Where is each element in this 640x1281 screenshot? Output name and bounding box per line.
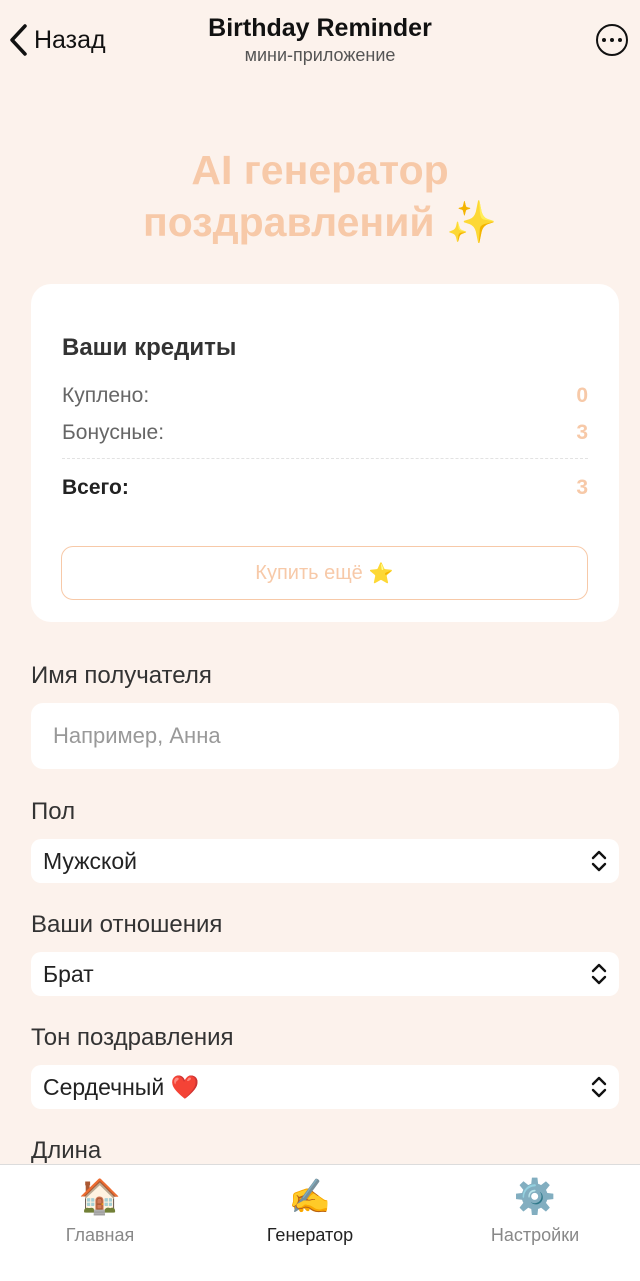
credits-divider	[62, 458, 588, 459]
credits-bonus-row: Бонусные: 3	[62, 421, 588, 445]
tab-settings[interactable]: ⚙️ Настройки	[470, 1177, 600, 1246]
gender-label: Пол	[31, 798, 76, 825]
buy-more-button[interactable]: Купить ещё ⭐	[61, 546, 588, 600]
relationship-label: Ваши отношения	[31, 911, 223, 938]
credits-total-value: 3	[576, 476, 588, 499]
chevron-up-down-icon	[591, 850, 607, 872]
tone-label: Тон поздравления	[31, 1024, 234, 1051]
more-options-icon[interactable]	[596, 24, 628, 56]
page-title-line-1: AI генератор	[191, 147, 449, 193]
credits-total-label: Всего:	[62, 476, 129, 499]
app-title: Birthday Reminder	[208, 14, 432, 42]
tab-home[interactable]: 🏠 Главная	[40, 1177, 160, 1246]
page-title: AI генератор поздравлений ✨	[0, 144, 640, 248]
credits-title: Ваши кредиты	[62, 334, 237, 361]
page-title-line-2: поздравлений ✨	[142, 199, 498, 245]
tab-generator-label: Генератор	[266, 1225, 354, 1245]
credits-purchased-value: 0	[576, 384, 588, 407]
chevron-left-icon	[10, 24, 27, 56]
gender-select[interactable]: Мужской	[31, 839, 619, 883]
chevron-up-down-icon	[591, 1076, 607, 1098]
recipient-name-label: Имя получателя	[31, 662, 212, 689]
buy-more-label: Купить ещё	[255, 561, 363, 584]
gear-icon: ⚙️	[513, 1178, 557, 1216]
tab-generator[interactable]: ✍️ Генератор	[250, 1177, 370, 1246]
house-icon: 🏠	[78, 1178, 122, 1216]
relationship-select[interactable]: Брат	[31, 952, 619, 996]
nav-title-block: Birthday Reminder мини-приложение	[120, 12, 520, 66]
writing-hand-icon: ✍️	[288, 1178, 332, 1216]
back-button[interactable]: Назад	[8, 20, 106, 60]
app-subtitle: мини-приложение	[244, 45, 396, 65]
credits-bonus-label: Бонусные:	[62, 421, 165, 444]
credits-total-row: Всего: 3	[62, 476, 588, 500]
credits-purchased-label: Куплено:	[62, 384, 150, 407]
credits-card: Ваши кредиты Куплено: 0 Бонусные: 3 Всег…	[31, 284, 619, 622]
tone-select[interactable]: Сердечный ❤️	[31, 1065, 619, 1109]
recipient-name-input[interactable]	[31, 703, 619, 769]
back-label: Назад	[34, 25, 106, 54]
length-label: Длина	[31, 1137, 102, 1164]
relationship-select-value: Брат	[43, 960, 94, 987]
gender-select-value: Мужской	[43, 847, 138, 874]
bottom-tab-bar: 🏠 Главная ✍️ Генератор ⚙️ Настройки	[0, 1164, 640, 1281]
star-icon: ⭐	[368, 562, 394, 585]
credits-purchased-row: Куплено: 0	[62, 384, 588, 408]
top-nav-bar: Назад Birthday Reminder мини-приложение	[0, 0, 640, 82]
credits-bonus-value: 3	[576, 421, 588, 444]
chevron-up-down-icon	[591, 963, 607, 985]
tone-select-value: Сердечный ❤️	[43, 1073, 200, 1100]
tab-home-label: Главная	[65, 1225, 135, 1245]
tab-settings-label: Настройки	[490, 1225, 580, 1245]
